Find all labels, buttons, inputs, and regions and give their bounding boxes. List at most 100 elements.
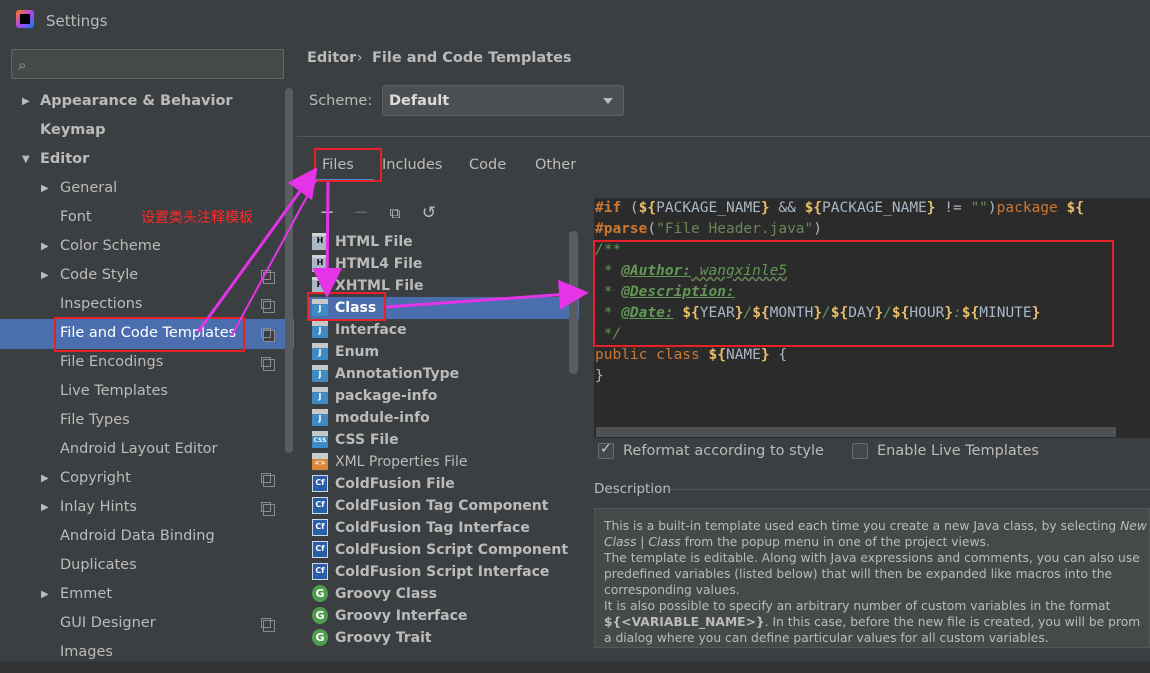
- sidebar-item-file-encodings[interactable]: File Encodings: [60, 348, 163, 377]
- sidebar-item-keymap[interactable]: Keymap: [40, 116, 106, 145]
- project-settings-icon: [261, 328, 275, 342]
- sidebar-item-editor[interactable]: Editor: [40, 145, 89, 174]
- expand-arrow-icon[interactable]: ▶: [41, 493, 51, 522]
- list-item-coldfusion-script-interface[interactable]: ColdFusion Script Interface: [335, 561, 549, 583]
- project-settings-icon: [261, 299, 275, 313]
- sidebar-item-android-data-binding[interactable]: Android Data Binding: [60, 522, 215, 551]
- annotation-box-files-tab: [314, 148, 382, 182]
- search-icon: ⌕: [18, 56, 27, 74]
- sidebar-item-inlay-hints[interactable]: Inlay Hints: [60, 493, 137, 522]
- list-item-groovy-class[interactable]: Groovy Class: [335, 583, 437, 605]
- html-file-icon: H: [312, 255, 328, 272]
- sidebar-item-emmet[interactable]: Emmet: [60, 580, 112, 609]
- tab-includes[interactable]: Includes: [382, 157, 442, 173]
- expand-arrow-icon[interactable]: ▶: [41, 580, 51, 609]
- description-text: a dialog where you can define particular…: [604, 631, 1049, 645]
- add-icon[interactable]: +: [318, 204, 336, 222]
- list-item-module-info[interactable]: module-info: [335, 407, 430, 429]
- coldfusion-icon: Cf: [312, 563, 328, 580]
- xml-file-icon: <>: [312, 453, 328, 470]
- list-item-html-file[interactable]: HTML File: [335, 231, 413, 253]
- expand-arrow-icon[interactable]: ▶: [41, 232, 51, 261]
- java-class-icon: J: [312, 387, 328, 404]
- reformat-checkbox[interactable]: [598, 441, 614, 459]
- coldfusion-icon: Cf: [312, 519, 328, 536]
- groovy-icon: G: [312, 585, 328, 602]
- window-title: Settings: [46, 12, 108, 30]
- description-text: The template is editable. Along with Jav…: [604, 551, 1140, 565]
- list-item-package-info[interactable]: package-info: [335, 385, 437, 407]
- project-settings-icon: [261, 618, 275, 632]
- chevron-down-icon: [603, 98, 613, 104]
- code-line: #if (${PACKAGE_NAME} && ${PACKAGE_NAME} …: [595, 200, 1084, 216]
- list-item-groovy-trait[interactable]: Groovy Trait: [335, 627, 432, 649]
- live-templates-label: Enable Live Templates: [877, 443, 1039, 459]
- project-settings-icon: [261, 473, 275, 487]
- reset-icon[interactable]: ↺: [420, 204, 438, 222]
- sidebar-item-font[interactable]: Font: [60, 203, 92, 232]
- breadcrumb-section: Editor: [307, 50, 357, 66]
- java-class-icon: J: [312, 409, 328, 426]
- sidebar-item-file-types[interactable]: File Types: [60, 406, 130, 435]
- expand-arrow-icon[interactable]: ▶: [41, 464, 51, 493]
- expand-arrow-icon[interactable]: ▶: [41, 261, 51, 290]
- list-item-coldfusion-tag-component[interactable]: ColdFusion Tag Component: [335, 495, 548, 517]
- code-line: #parse("File Header.java"): [595, 221, 822, 237]
- groovy-icon: G: [312, 607, 328, 624]
- list-item-coldfusion-script-component[interactable]: ColdFusion Script Component: [335, 539, 568, 561]
- copy-icon[interactable]: ⧉: [386, 204, 404, 222]
- sidebar-item-live-templates[interactable]: Live Templates: [60, 377, 168, 406]
- annotation-box-header-comment: [593, 240, 1114, 347]
- description-text: Class | Class from the popup menu in one…: [604, 535, 990, 549]
- list-item-enum[interactable]: Enum: [335, 341, 379, 363]
- sidebar-item-gui-designer[interactable]: GUI Designer: [60, 609, 156, 638]
- list-item-coldfusion-file[interactable]: ColdFusion File: [335, 473, 455, 495]
- sidebar-scrollbar[interactable]: [285, 88, 293, 453]
- title-bar: [0, 0, 1150, 42]
- list-item-interface[interactable]: Interface: [335, 319, 407, 341]
- scheme-label: Scheme:: [309, 93, 373, 109]
- code-line: }: [595, 368, 604, 384]
- description-text: ${<VARIABLE_NAME>}. In this case, before…: [604, 615, 1141, 629]
- list-item-groovy-interface[interactable]: Groovy Interface: [335, 605, 467, 627]
- expand-arrow-icon[interactable]: ▶: [41, 174, 51, 203]
- remove-icon[interactable]: −: [352, 204, 370, 222]
- sidebar-item-inspections[interactable]: Inspections: [60, 290, 142, 319]
- css-file-icon: CSS: [312, 431, 328, 448]
- tab-other[interactable]: Other: [535, 157, 576, 173]
- breadcrumb-separator: ›: [357, 50, 363, 66]
- annotation-box-class: [307, 292, 386, 321]
- description-text: This is a built-in template used each ti…: [604, 519, 1147, 533]
- scheme-value: Default: [389, 93, 450, 109]
- sidebar-item-duplicates[interactable]: Duplicates: [60, 551, 137, 580]
- sidebar-item-color-scheme[interactable]: Color Scheme: [60, 232, 161, 261]
- divider: [670, 489, 1150, 490]
- live-templates-checkbox[interactable]: [852, 443, 868, 459]
- list-item-css-file[interactable]: CSS File: [335, 429, 399, 451]
- annotation-box-file-templates: [54, 317, 245, 352]
- description-text: corresponding values.: [604, 583, 740, 597]
- editor-horizontal-scrollbar[interactable]: [596, 427, 1116, 437]
- list-item-coldfusion-tag-interface[interactable]: ColdFusion Tag Interface: [335, 517, 530, 539]
- expand-arrow-icon[interactable]: ▶: [22, 87, 32, 116]
- list-scrollbar[interactable]: [569, 231, 578, 374]
- description-title: Description: [594, 481, 671, 497]
- sidebar-item-code-style[interactable]: Code Style: [60, 261, 138, 290]
- project-settings-icon: [261, 270, 275, 284]
- project-settings-icon: [261, 502, 275, 516]
- description-text: predefined variables (listed below) that…: [604, 567, 1113, 581]
- list-item-html4-file[interactable]: HTML4 File: [335, 253, 422, 275]
- tab-code[interactable]: Code: [469, 157, 506, 173]
- sidebar-item-copyright[interactable]: Copyright: [60, 464, 131, 493]
- list-item-xml-properties-file[interactable]: XML Properties File: [335, 451, 468, 473]
- sidebar-item-general[interactable]: General: [60, 174, 117, 203]
- settings-search-input[interactable]: [11, 49, 284, 79]
- app-logo-icon: [16, 10, 34, 28]
- project-settings-icon: [261, 357, 275, 371]
- annotation-note: 设置类头注释模板: [141, 210, 253, 226]
- sidebar-item-appearance[interactable]: Appearance & Behavior: [40, 87, 233, 116]
- coldfusion-icon: Cf: [312, 541, 328, 558]
- sidebar-item-android-layout-editor[interactable]: Android Layout Editor: [60, 435, 217, 464]
- list-item-annotation-type[interactable]: AnnotationType: [335, 363, 459, 385]
- collapse-arrow-icon[interactable]: ▼: [22, 145, 32, 174]
